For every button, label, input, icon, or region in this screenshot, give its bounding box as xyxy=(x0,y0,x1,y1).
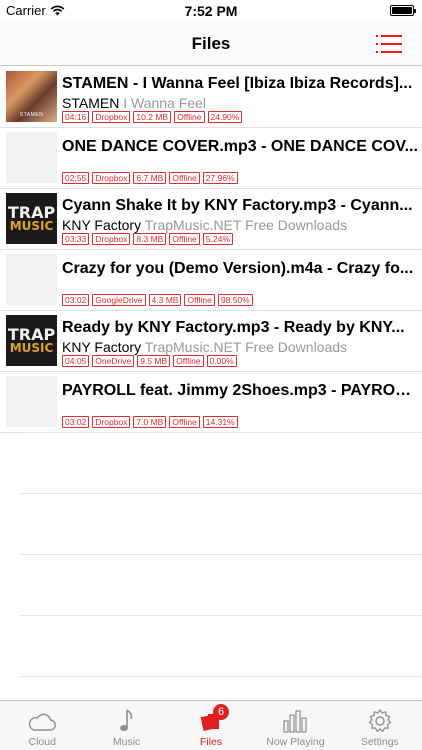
status-time: 7:52 PM xyxy=(184,3,238,19)
size-badge: 8.3 MB xyxy=(133,233,167,245)
source-badge: Dropbox xyxy=(92,111,131,123)
source-badge: Dropbox xyxy=(92,172,131,184)
size-badge: 4.3 MB xyxy=(148,294,182,306)
file-tags: 03:02 GoogleDrive 4.3 MB Offline 98.50% xyxy=(62,294,253,306)
file-album: TrapMusic.NET Free Downloads xyxy=(144,339,348,355)
progress-badge: 14.31% xyxy=(202,416,238,428)
cloud-icon xyxy=(27,707,57,735)
file-artist: KNY Factory xyxy=(62,217,142,233)
file-tags: 03:02 Dropbox 7.0 MB Offline 14.31% xyxy=(62,416,238,428)
blank-thumbnail xyxy=(6,132,57,183)
duration-badge: 04:16 xyxy=(62,111,90,123)
battery-icon xyxy=(390,5,416,16)
source-badge: Dropbox xyxy=(92,233,131,245)
file-title: Cyann Shake It by KNY Factory.mp3 - Cyan… xyxy=(62,197,413,214)
album-art-thumbnail: TRAP MUSIC xyxy=(6,193,57,244)
empty-separator xyxy=(20,676,422,677)
file-tags: 03:33 Dropbox 8.3 MB Offline 5.24% xyxy=(62,233,233,245)
empty-separator xyxy=(20,432,422,433)
file-tags: 04:05 OneDrive 9.5 MB Offline 0.00% xyxy=(62,355,237,367)
empty-separator xyxy=(20,615,422,616)
page-title: Files xyxy=(191,34,231,53)
file-title: Ready by KNY Factory.mp3 - Ready by KNY.… xyxy=(62,319,405,336)
equalizer-icon xyxy=(280,707,310,735)
status-bar: Carrier 7:52 PM xyxy=(0,0,422,22)
album-art-thumbnail: TRAP MUSIC xyxy=(6,315,57,366)
source-badge: Dropbox xyxy=(92,416,131,428)
tab-music[interactable]: Music xyxy=(84,701,168,750)
tab-label: Music xyxy=(112,736,141,748)
album-art-label: STAMEN xyxy=(19,112,44,118)
progress-badge: 27.96% xyxy=(202,172,238,184)
duration-badge: 02:55 xyxy=(62,172,90,184)
file-artist: KNY Factory xyxy=(62,339,142,355)
size-badge: 6.7 MB xyxy=(133,172,167,184)
size-badge: 9.5 MB xyxy=(137,355,171,367)
progress-badge: 98.50% xyxy=(217,294,253,306)
file-title: ONE DANCE COVER.mp3 - ONE DANCE COV... xyxy=(62,138,418,155)
progress-badge: 24.90% xyxy=(207,111,243,123)
empty-separator xyxy=(20,493,422,494)
list-menu-button[interactable] xyxy=(376,34,402,54)
file-row[interactable]: TRAP MUSIC Ready by KNY Factory.mp3 - Re… xyxy=(0,311,422,372)
file-row[interactable]: Crazy for you (Demo Version).m4a - Crazy… xyxy=(0,250,422,311)
nav-bar: Files xyxy=(0,22,422,66)
status-badge: Offline xyxy=(184,294,215,306)
album-art-line1: TRAP xyxy=(7,203,56,222)
file-album: TrapMusic.NET Free Downloads xyxy=(144,217,348,233)
file-row[interactable]: STAMEN STAMEN - I Wanna Feel [Ibiza Ibiz… xyxy=(0,67,422,128)
status-badge: Offline xyxy=(169,416,200,428)
empty-separator xyxy=(20,554,422,555)
blank-thumbnail xyxy=(6,376,57,427)
tab-label: Cloud xyxy=(28,736,56,748)
duration-badge: 03:02 xyxy=(62,294,90,306)
duration-badge: 04:05 xyxy=(62,355,90,367)
file-row[interactable]: ONE DANCE COVER.mp3 - ONE DANCE COV... 0… xyxy=(0,128,422,189)
music-note-icon xyxy=(112,707,142,735)
album-art-line2: MUSIC xyxy=(9,341,54,355)
file-subtitle: STAMEN I Wanna Feel xyxy=(62,95,418,111)
duration-badge: 03:33 xyxy=(62,233,90,245)
source-badge: GoogleDrive xyxy=(92,294,146,306)
files-count-badge: 6 xyxy=(213,704,230,720)
blank-thumbnail xyxy=(6,254,57,305)
status-badge: Offline xyxy=(173,355,204,367)
file-album: I Wanna Feel xyxy=(123,95,206,111)
gear-icon xyxy=(365,707,395,735)
album-art-line1: TRAP xyxy=(7,325,56,344)
size-badge: 7.0 MB xyxy=(133,416,167,428)
duration-badge: 03:02 xyxy=(62,416,90,428)
file-tags: 02:55 Dropbox 6.7 MB Offline 27.96% xyxy=(62,172,238,184)
tab-cloud[interactable]: Cloud xyxy=(0,701,84,750)
tab-bar: Cloud Music 6 Files Now Playing Settings xyxy=(0,700,422,750)
tab-settings[interactable]: Settings xyxy=(338,701,422,750)
progress-badge: 5.24% xyxy=(202,233,233,245)
status-badge: Offline xyxy=(169,233,200,245)
status-badge: Offline xyxy=(169,172,200,184)
file-subtitle: KNY Factory TrapMusic.NET Free Downloads xyxy=(62,217,418,233)
album-art-line2: MUSIC xyxy=(9,219,54,233)
progress-badge: 0.00% xyxy=(206,355,237,367)
tab-label: Files xyxy=(199,736,223,748)
file-row[interactable]: TRAP MUSIC Cyann Shake It by KNY Factory… xyxy=(0,189,422,250)
album-art-thumbnail: STAMEN xyxy=(6,71,57,122)
file-artist: STAMEN xyxy=(62,95,120,111)
file-title: PAYROLL feat. Jimmy 2Shoes.mp3 - PAYROL.… xyxy=(62,382,418,399)
tab-files[interactable]: 6 Files xyxy=(169,701,253,750)
file-subtitle: KNY Factory TrapMusic.NET Free Downloads xyxy=(62,339,418,355)
source-badge: OneDrive xyxy=(92,355,135,367)
file-row[interactable]: PAYROLL feat. Jimmy 2Shoes.mp3 - PAYROL.… xyxy=(0,372,422,433)
size-badge: 10.2 MB xyxy=(133,111,172,123)
files-icon: 6 xyxy=(196,704,230,735)
file-list: STAMEN STAMEN - I Wanna Feel [Ibiza Ibiz… xyxy=(0,67,422,433)
tab-label: Settings xyxy=(360,736,399,748)
tab-now-playing[interactable]: Now Playing xyxy=(253,701,337,750)
tab-label: Now Playing xyxy=(266,736,325,748)
file-tags: 04:16 Dropbox 10.2 MB Offline 24.90% xyxy=(62,111,243,123)
file-title: STAMEN - I Wanna Feel [Ibiza Ibiza Recor… xyxy=(62,75,413,92)
status-badge: Offline xyxy=(174,111,205,123)
file-title: Crazy for you (Demo Version).m4a - Crazy… xyxy=(62,260,414,277)
